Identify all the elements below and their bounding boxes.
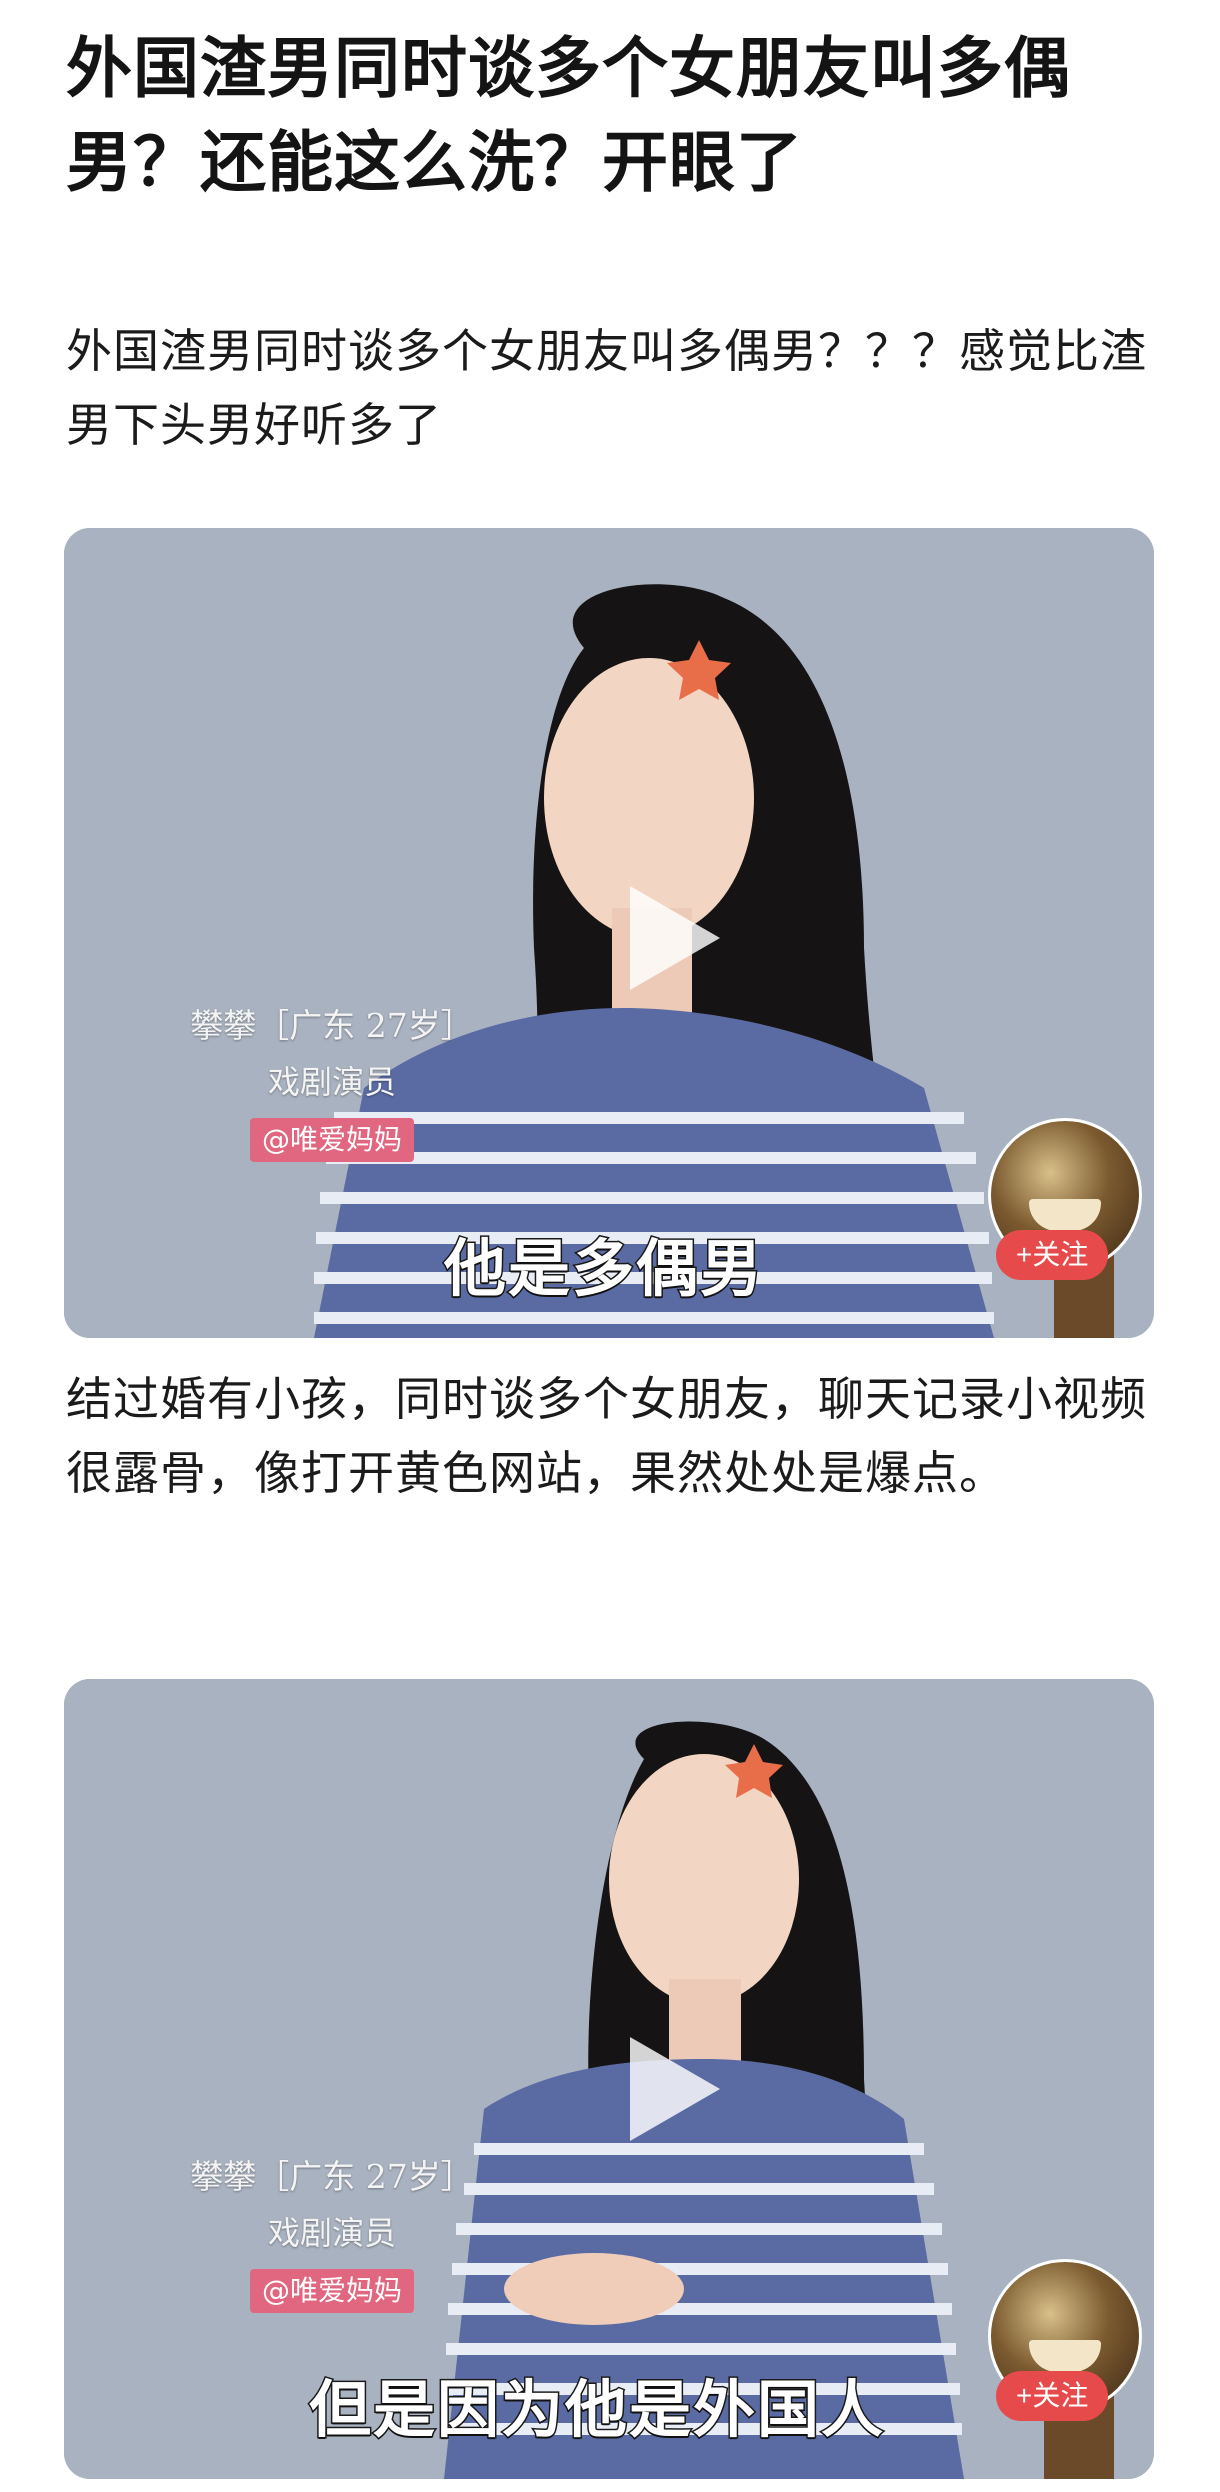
speaker-info-2: 攀攀［广东 27岁］ 戏剧演员 @唯爱妈妈 xyxy=(182,2149,482,2317)
article-title: 外国渣男同时谈多个女朋友叫多偶男？还能这么洗？开眼了 xyxy=(66,30,1071,201)
article-body: 结过婚有小孩，同时谈多个女朋友，聊天记录小视频很露骨，像打开黄色网站，果然处处是… xyxy=(66,1372,1147,1500)
channel-tag: @唯爱妈妈 xyxy=(249,1118,414,1162)
channel-tag: @唯爱妈妈 xyxy=(249,2269,414,2313)
book-icon xyxy=(1029,2340,1101,2372)
follow-button[interactable]: +关注 xyxy=(996,1230,1109,1280)
video-subtitle-2: 但是因为他是外国人 xyxy=(307,2372,886,2448)
video-player-2[interactable]: 攀攀［广东 27岁］ 戏剧演员 @唯爱妈妈 但是因为他是外国人 +关注 xyxy=(64,1679,1154,2479)
speaker-name: 攀攀［广东 27岁］ xyxy=(190,2157,474,2196)
play-icon[interactable] xyxy=(630,886,720,990)
speaker-name: 攀攀［广东 27岁］ xyxy=(190,1006,474,1045)
speaker-role: 戏剧演员 xyxy=(267,2214,396,2252)
video-player-1[interactable]: 攀攀［广东 27岁］ 戏剧演员 @唯爱妈妈 他是多偶男 +关注 xyxy=(64,528,1154,1338)
article-page: 外国渣男同时谈多个女朋友叫多偶男？还能这么洗？开眼了 外国渣男同时谈多个女朋友叫… xyxy=(0,0,1220,2492)
book-icon xyxy=(1029,1199,1101,1231)
follow-button[interactable]: +关注 xyxy=(996,2371,1109,2421)
play-icon[interactable] xyxy=(630,2037,720,2141)
speaker-role: 戏剧演员 xyxy=(267,1063,396,1101)
article-intro: 外国渣男同时谈多个女朋友叫多偶男？？？感觉比渣男下头男好听多了 xyxy=(66,324,1147,452)
video-subtitle-1: 他是多偶男 xyxy=(442,1231,765,1307)
speaker-info-1: 攀攀［广东 27岁］ 戏剧演员 @唯爱妈妈 xyxy=(182,998,482,1166)
